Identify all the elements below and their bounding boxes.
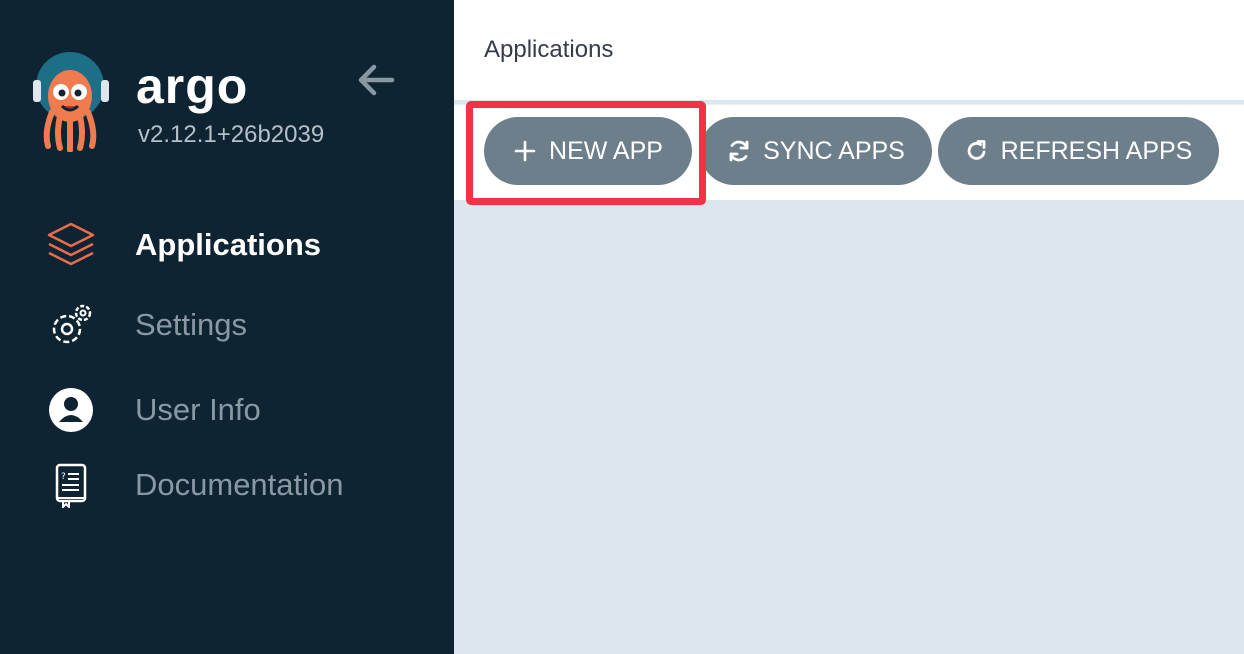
brand-name: argo — [136, 58, 249, 114]
sidebar-item-label: Settings — [135, 307, 248, 342]
layers-icon — [44, 220, 98, 270]
refresh-icon — [965, 139, 989, 163]
refresh-apps-label: REFRESH APPS — [1000, 137, 1193, 165]
sync-apps-label: SYNC APPS — [763, 137, 905, 165]
sidebar-item-documentation[interactable]: ? Documentation — [0, 454, 454, 514]
sidebar: argo v2.12.1+26b2039 Applications Settin… — [0, 0, 454, 654]
sidebar-item-applications[interactable]: Applications — [0, 214, 454, 274]
svg-text:?: ? — [61, 472, 66, 482]
version-label: v2.12.1+26b2039 — [138, 121, 325, 148]
sidebar-item-label: Documentation — [135, 467, 344, 502]
gears-icon — [44, 300, 98, 350]
sync-icon — [727, 139, 751, 163]
plus-icon — [513, 139, 537, 163]
arrow-left-icon — [358, 64, 395, 96]
book-icon: ? — [44, 460, 98, 510]
top-bar: Applications — [454, 0, 1244, 100]
new-app-label: NEW APP — [549, 137, 663, 165]
collapse-sidebar-button[interactable] — [354, 60, 398, 100]
toolbar: NEW APP SYNC APPS REFRESH APPS — [454, 101, 1244, 205]
page-title: Applications — [484, 36, 614, 63]
sidebar-item-settings[interactable]: Settings — [0, 294, 454, 354]
main-content: Applications NEW APP SYNC APPS REFRESH A… — [454, 0, 1244, 654]
sync-apps-button[interactable]: SYNC APPS — [700, 117, 932, 185]
sidebar-item-label: Applications — [135, 227, 322, 262]
new-app-button[interactable]: NEW APP — [484, 117, 692, 185]
sidebar-item-label: User Info — [135, 392, 261, 427]
user-circle-icon — [44, 385, 98, 435]
sidebar-item-user-info[interactable]: User Info — [0, 379, 454, 439]
argo-logo — [30, 52, 112, 153]
refresh-apps-button[interactable]: REFRESH APPS — [938, 117, 1219, 185]
